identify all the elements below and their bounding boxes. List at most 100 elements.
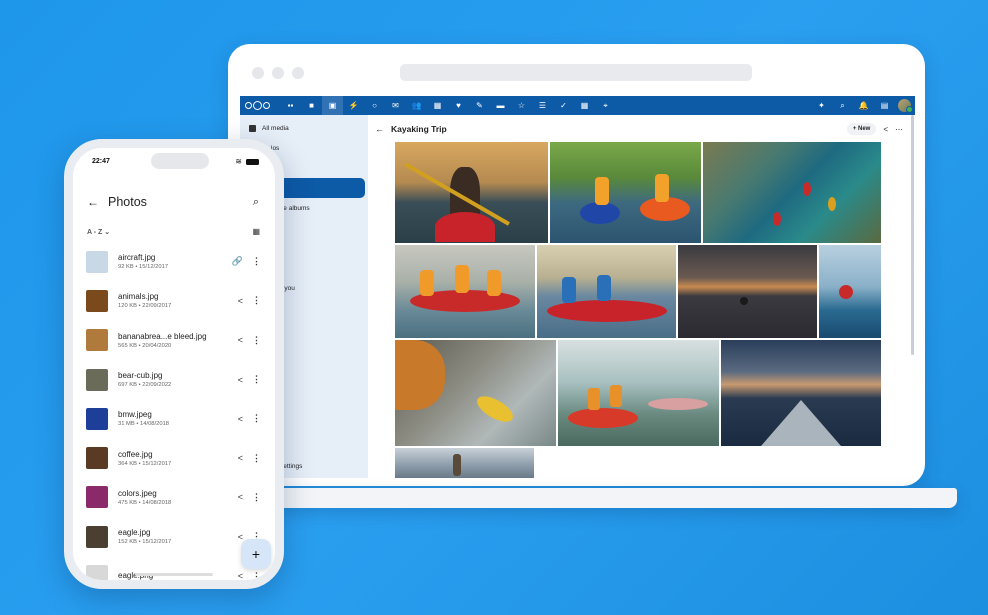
- more-vertical-icon[interactable]: ⋮: [252, 374, 261, 385]
- activity-icon[interactable]: ⚡: [343, 96, 364, 115]
- window-maximize-dot[interactable]: [292, 67, 304, 79]
- photo-kayak-paddle-closeup[interactable]: [395, 340, 556, 446]
- file-info: eagle.jpg 152 KB • 15/12/2017: [118, 528, 218, 545]
- share-icon[interactable]: <: [238, 414, 243, 424]
- share-icon[interactable]: <: [238, 532, 243, 542]
- file-thumbnail: [86, 250, 108, 273]
- more-vertical-icon[interactable]: ⋮: [252, 571, 261, 580]
- deck-icon[interactable]: ▬: [490, 96, 511, 115]
- table-icon[interactable]: ▦: [574, 96, 595, 115]
- home-indicator: [135, 573, 213, 576]
- window-controls: [252, 67, 304, 79]
- link-icon[interactable]: 🔗: [232, 256, 243, 267]
- file-meta: 152 KB • 15/12/2017: [118, 539, 172, 546]
- star-icon[interactable]: ☆: [511, 96, 532, 115]
- list-item[interactable]: animals.jpg 120 KB • 22/09/2017 < ⋮: [73, 281, 275, 320]
- grid-view-icon[interactable]: ▦: [252, 227, 260, 236]
- sort-button[interactable]: A - Z ⌄: [87, 228, 110, 236]
- more-vertical-icon[interactable]: ⋮: [252, 256, 261, 267]
- more-vertical-icon[interactable]: ⋮: [252, 295, 261, 306]
- photo-kayak-waves[interactable]: [819, 245, 881, 338]
- status-icons: ≋: [235, 157, 259, 166]
- more-vertical-icon[interactable]: ⋮: [252, 335, 261, 346]
- share-icon[interactable]: <: [238, 375, 243, 385]
- photo-group-kayaking[interactable]: [395, 245, 535, 338]
- photo-couple-red-kayak[interactable]: [558, 340, 719, 446]
- search-icon[interactable]: ⌕: [253, 196, 259, 209]
- page-title: Kayaking Trip: [391, 124, 447, 134]
- sparkle-icon[interactable]: ✦: [811, 96, 832, 115]
- list-item[interactable]: bear-cub.jpg 697 KB • 22/09/2022 < ⋮: [73, 360, 275, 399]
- check-icon[interactable]: ✓: [553, 96, 574, 115]
- list-item[interactable]: bananabrea...e bleed.jpg 565 KB • 20/04/…: [73, 321, 275, 360]
- mail-icon[interactable]: ✉: [385, 96, 406, 115]
- photo-kayak-bow-sunset[interactable]: [721, 340, 881, 446]
- file-meta: 364 KB • 15/12/2017: [118, 460, 172, 467]
- page-title: Photos: [108, 195, 147, 209]
- new-button[interactable]: + New: [846, 123, 877, 135]
- share-icon[interactable]: <: [883, 125, 888, 134]
- share-icon[interactable]: <: [238, 335, 243, 345]
- files-icon[interactable]: ■: [301, 96, 322, 115]
- more-vertical-icon[interactable]: ⋮: [252, 453, 261, 464]
- photo-kayak-girl-sunset[interactable]: [395, 142, 548, 243]
- phone-frame: 22:47 ≋ ← Photos ⌕ A - Z ⌄ ▦ aircraft.jp…: [64, 139, 284, 589]
- file-thumbnail: [86, 565, 108, 580]
- app-menu: ▪▪ ■ ▣ ⚡ ○ ✉ 👥 ▦ ♥ ✎ ▬ ☆ ☰ ✓ ▦ ⌖: [280, 96, 616, 115]
- file-info: colors.jpeg 475 KB • 14/08/2018: [118, 489, 218, 506]
- address-bar[interactable]: [400, 64, 752, 81]
- file-name: eagle.jpg: [118, 528, 151, 538]
- contacts-icon[interactable]: 👥: [406, 96, 427, 115]
- photo-aerial-kayaks-river[interactable]: [703, 142, 881, 243]
- add-button[interactable]: +: [241, 539, 271, 569]
- file-meta: 565 KB • 20/04/2020: [118, 342, 172, 349]
- list-item[interactable]: bmw.jpeg 31 MB • 14/08/2018 < ⋮: [73, 399, 275, 438]
- file-list: aircraft.jpg 92 KB • 15/12/2017 🔗 ⋮ anim…: [73, 242, 275, 580]
- share-icon[interactable]: <: [238, 492, 243, 502]
- dashboard-icon[interactable]: ▪▪: [280, 96, 301, 115]
- file-thumbnail: [86, 407, 108, 430]
- share-icon[interactable]: <: [238, 296, 243, 306]
- map-pin-icon[interactable]: ⌖: [595, 96, 616, 115]
- list-icon[interactable]: ☰: [532, 96, 553, 115]
- file-info: aircraft.jpg 92 KB • 15/12/2017: [118, 253, 218, 270]
- scrollbar[interactable]: [911, 115, 914, 355]
- sidebar-item-all-media[interactable]: All media: [240, 118, 368, 138]
- file-info: bmw.jpeg 31 MB • 14/08/2018: [118, 410, 218, 427]
- photo-two-kayakers-lake[interactable]: [550, 142, 701, 243]
- share-icon[interactable]: <: [238, 571, 243, 580]
- arrow-left-icon[interactable]: ←: [375, 124, 384, 134]
- file-thumbnail: [86, 525, 108, 548]
- battery-icon: [246, 158, 259, 165]
- avatar[interactable]: [898, 99, 913, 113]
- search-icon[interactable]: ⌕: [832, 96, 853, 115]
- image-icon: [249, 124, 256, 132]
- list-item[interactable]: aircraft.jpg 92 KB • 15/12/2017 🔗 ⋮: [73, 242, 275, 281]
- pencil-icon[interactable]: ✎: [469, 96, 490, 115]
- laptop-base: [267, 488, 957, 508]
- calendar-icon[interactable]: ▦: [427, 96, 448, 115]
- list-item[interactable]: coffee.jpg 364 KB • 15/12/2017 < ⋮: [73, 438, 275, 477]
- bell-icon[interactable]: 🔔: [853, 96, 874, 115]
- file-name: coffee.jpg: [118, 449, 153, 459]
- contacts-menu-icon[interactable]: ▤: [874, 96, 895, 115]
- photo-couple-kayak-blue[interactable]: [537, 245, 676, 338]
- more-vertical-icon[interactable]: ⋮: [252, 492, 261, 503]
- photo-standup-paddle[interactable]: [395, 448, 534, 478]
- window-minimize-dot[interactable]: [272, 67, 284, 79]
- nextcloud-logo[interactable]: [245, 101, 270, 110]
- more-horizontal-icon[interactable]: ⋯: [895, 125, 903, 134]
- search-icon[interactable]: ○: [364, 96, 385, 115]
- window-close-dot[interactable]: [252, 67, 264, 79]
- photo-sunset-lake-silhouette[interactable]: [678, 245, 817, 338]
- file-meta: 120 KB • 22/09/2017: [118, 303, 172, 310]
- file-thumbnail: [86, 486, 108, 509]
- list-item[interactable]: colors.jpeg 475 KB • 14/08/2018 < ⋮: [73, 478, 275, 517]
- dynamic-island: [151, 153, 209, 169]
- heart-icon[interactable]: ♥: [448, 96, 469, 115]
- share-icon[interactable]: <: [238, 453, 243, 463]
- file-meta: 697 KB • 22/09/2022: [118, 382, 172, 389]
- more-vertical-icon[interactable]: ⋮: [252, 413, 261, 424]
- arrow-left-icon[interactable]: ←: [87, 195, 99, 209]
- photos-icon[interactable]: ▣: [322, 96, 343, 115]
